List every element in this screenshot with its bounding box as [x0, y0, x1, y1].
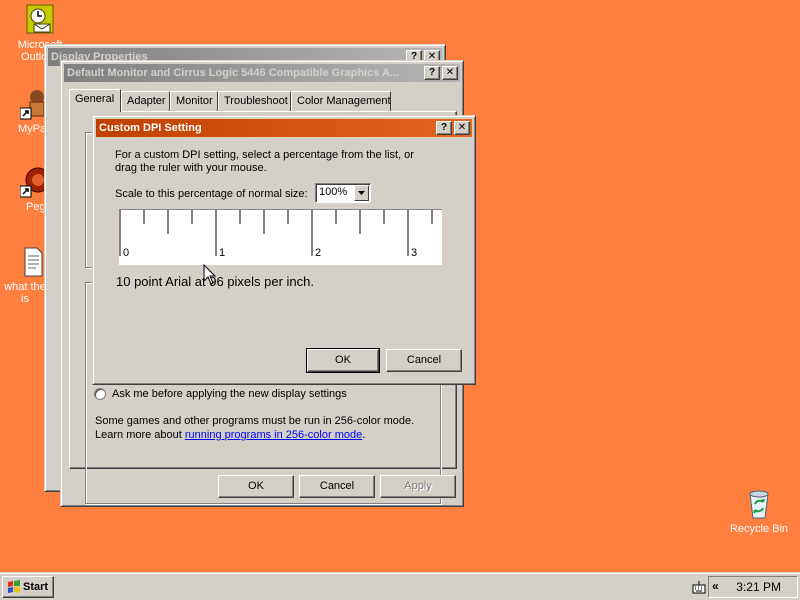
note-text: Some games and other programs must be ru…: [95, 414, 435, 442]
mouse-cursor-icon: [203, 263, 217, 286]
radio-label: Ask me before applying the new display s…: [112, 388, 347, 400]
title-bar[interactable]: Custom DPI Setting ? ✕: [96, 119, 472, 137]
help-button[interactable]: ?: [436, 121, 452, 135]
close-button[interactable]: ✕: [442, 66, 458, 80]
tab-adapter[interactable]: Adapter: [121, 91, 170, 111]
recycle-bin-icon: [743, 488, 775, 520]
windows-logo-icon: [7, 580, 21, 594]
note-line: Some games and other programs must be ru…: [95, 415, 415, 427]
tab-color-management[interactable]: Color Management: [291, 91, 391, 111]
title-bar[interactable]: Default Monitor and Cirrus Logic 5446 Co…: [64, 64, 460, 82]
ruler-label: 1: [219, 247, 226, 259]
dpi-instructions: For a custom DPI setting, select a perce…: [115, 149, 414, 174]
window-title: Custom DPI Setting: [99, 122, 202, 134]
cancel-button[interactable]: Cancel: [386, 349, 462, 372]
chevron-down-icon[interactable]: [354, 185, 369, 201]
cancel-button[interactable]: Cancel: [299, 475, 375, 498]
close-button[interactable]: ✕: [454, 121, 470, 135]
desktop-icon-label: what the is: [4, 281, 46, 305]
keyboard-icon[interactable]: [692, 580, 706, 594]
clock[interactable]: 3:21 PM: [736, 580, 781, 594]
ask-before-applying-radio[interactable]: Ask me before applying the new display s…: [94, 388, 347, 400]
system-tray: « 3:21 PM: [708, 576, 798, 598]
radio-circle[interactable]: [94, 388, 106, 400]
ok-button[interactable]: OK: [218, 475, 294, 498]
custom-dpi-dialog: Custom DPI Setting ? ✕ For a custom DPI …: [92, 115, 476, 385]
scale-label: Scale to this percentage of normal size:: [115, 188, 308, 200]
start-label: Start: [23, 581, 49, 593]
ruler-label: 0: [123, 247, 130, 259]
show-hidden-icons-button[interactable]: «: [712, 579, 719, 593]
tab-troubleshoot[interactable]: Troubleshoot: [218, 91, 291, 111]
scale-dropdown[interactable]: 100%: [315, 183, 371, 203]
note-line: Learn more about running programs in 256…: [95, 428, 435, 442]
apply-button[interactable]: Apply: [380, 475, 456, 498]
running-programs-link[interactable]: running programs in 256-color mode: [185, 429, 362, 441]
ruler-label: 2: [315, 247, 322, 259]
outlook-icon: [24, 4, 56, 36]
dpi-ruler[interactable]: 0 1 2 3: [119, 209, 442, 265]
taskbar: Start « 3:21 PM: [0, 572, 800, 600]
start-button[interactable]: Start: [2, 576, 54, 598]
ruler-label: 3: [411, 247, 418, 259]
help-button[interactable]: ?: [424, 66, 440, 80]
window-title: Default Monitor and Cirrus Logic 5446 Co…: [67, 67, 400, 79]
scale-dropdown-value: 100%: [319, 186, 348, 198]
desktop-icon-recycle-bin[interactable]: Recycle Bin: [727, 488, 791, 535]
tab-strip: General Adapter Monitor Troubleshoot Col…: [69, 89, 459, 113]
ok-button[interactable]: OK: [306, 348, 380, 373]
note-suffix: .: [362, 429, 366, 441]
desktop-icon-label: Recycle Bin: [729, 523, 789, 535]
note-prefix: Learn more about: [95, 429, 185, 441]
tab-general[interactable]: General: [69, 89, 121, 112]
tab-monitor[interactable]: Monitor: [170, 91, 218, 111]
